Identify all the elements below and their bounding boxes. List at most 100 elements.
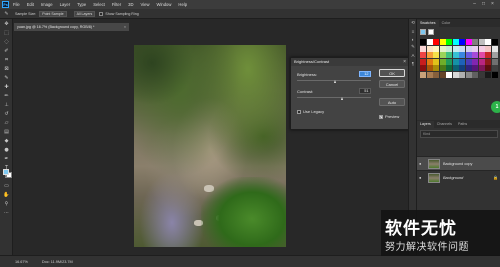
color-swatch[interactable] — [439, 45, 446, 52]
color-swatch[interactable] — [452, 39, 459, 45]
maximize-button[interactable]: □ — [479, 1, 488, 8]
document-image[interactable] — [134, 45, 286, 247]
clone-stamp-tool-icon[interactable]: ⊥ — [0, 100, 13, 109]
cancel-button[interactable]: Cancel — [379, 80, 405, 88]
visibility-eye-icon[interactable]: ● — [419, 161, 425, 166]
healing-brush-tool-icon[interactable]: ✚ — [0, 82, 13, 91]
checkbox-box[interactable] — [99, 11, 104, 16]
menu-filter[interactable]: Filter — [112, 2, 121, 7]
quick-select-tool-icon[interactable]: ✐ — [0, 46, 13, 55]
color-swatch[interactable] — [452, 58, 459, 65]
color-swatch[interactable] — [491, 39, 498, 45]
color-swatch[interactable] — [439, 58, 446, 65]
blur-tool-icon[interactable]: ◆ — [0, 136, 13, 145]
menu-view[interactable]: View — [141, 2, 150, 7]
color-swatch[interactable] — [439, 65, 446, 71]
brush-tool-icon[interactable]: ✏ — [0, 91, 13, 100]
use-legacy-checkbox[interactable]: Use Legacy — [297, 109, 324, 114]
close-document-icon[interactable]: × — [124, 25, 126, 29]
tab-swatches[interactable]: Swatches — [417, 20, 439, 27]
preview-checkbox[interactable]: ✓ Preview — [379, 114, 399, 119]
menu-edit[interactable]: Edit — [27, 2, 34, 7]
color-swatch[interactable] — [491, 65, 498, 71]
pen-tool-icon[interactable]: ✒ — [0, 154, 13, 163]
color-swatch[interactable] — [465, 58, 472, 65]
color-swatch[interactable] — [485, 52, 491, 58]
rectangle-tool-icon[interactable]: ▭ — [0, 181, 13, 190]
color-swatch[interactable] — [452, 65, 459, 71]
history-brush-tool-icon[interactable]: ↺ — [0, 109, 13, 118]
color-swatch[interactable] — [439, 52, 446, 58]
ok-button[interactable]: OK — [379, 69, 405, 77]
frame-tool-icon[interactable]: ⊠ — [0, 64, 13, 73]
brightness-slider-thumb[interactable] — [334, 80, 337, 83]
document-tab[interactable]: yuan.jpg @ 16.7% (Background copy, RGB/8… — [14, 23, 129, 31]
dialog-close-icon[interactable]: × — [403, 58, 406, 66]
color-swatch[interactable] — [472, 52, 478, 58]
tab-channels[interactable]: Channels — [434, 121, 455, 128]
tab-paths[interactable]: Paths — [455, 121, 470, 128]
hand-tool-icon[interactable]: ✋ — [0, 190, 13, 199]
move-tool-icon[interactable]: ✥ — [0, 19, 13, 28]
color-swatch[interactable] — [420, 45, 426, 52]
color-swatch[interactable] — [426, 39, 433, 45]
menu-image[interactable]: Image — [41, 2, 53, 7]
preview-box[interactable]: ✓ — [379, 114, 383, 119]
color-swatch[interactable] — [459, 71, 465, 78]
layer-row[interactable]: ● Background copy — [417, 156, 500, 170]
color-swatch[interactable] — [433, 52, 439, 58]
color-swatch[interactable] — [472, 58, 478, 65]
color-swatch[interactable] — [446, 45, 452, 52]
color-swatch[interactable] — [485, 58, 491, 65]
menu-type[interactable]: Type — [77, 2, 86, 7]
show-sampling-ring-checkbox[interactable]: Show Sampling Ring — [99, 11, 139, 16]
eraser-tool-icon[interactable]: ▱ — [0, 118, 13, 127]
layer-row[interactable]: ● Background 🔒 — [417, 170, 500, 184]
color-swatch[interactable] — [439, 39, 446, 45]
gradient-tool-icon[interactable]: ▤ — [0, 127, 13, 136]
color-swatch[interactable] — [446, 58, 452, 65]
color-swatch[interactable] — [459, 58, 465, 65]
minimize-button[interactable]: – — [470, 1, 479, 8]
color-swatch[interactable] — [433, 71, 439, 78]
color-swatch[interactable] — [491, 58, 498, 65]
color-swatch[interactable] — [426, 71, 433, 78]
color-swatch[interactable] — [491, 71, 498, 78]
color-swatch[interactable] — [420, 39, 426, 45]
color-swatch[interactable] — [478, 58, 485, 65]
lasso-tool-icon[interactable]: ◌ — [0, 37, 13, 46]
color-swatch[interactable] — [452, 71, 459, 78]
dodge-tool-icon[interactable]: ● — [0, 145, 13, 154]
current-color-swatch[interactable] — [420, 29, 426, 35]
color-swatch[interactable] — [420, 58, 426, 65]
color-swatch[interactable] — [426, 45, 433, 52]
color-swatch[interactable] — [446, 65, 452, 71]
color-swatch[interactable] — [433, 39, 439, 45]
color-swatch[interactable] — [420, 65, 426, 71]
color-swatch[interactable] — [420, 71, 426, 78]
color-swatch[interactable] — [459, 65, 465, 71]
color-swatch[interactable] — [491, 45, 498, 52]
sample-size-select[interactable]: Point Sample — [39, 10, 67, 17]
marquee-tool-icon[interactable]: ⬚ — [0, 28, 13, 37]
color-swatch[interactable] — [465, 71, 472, 78]
color-swatch[interactable] — [465, 65, 472, 71]
color-swatch[interactable] — [485, 45, 491, 52]
foreground-color-swatch[interactable] — [3, 169, 9, 175]
more-tools-icon[interactable]: ⋯ — [0, 208, 13, 217]
color-swatch[interactable] — [446, 52, 452, 58]
notification-bubble[interactable]: 1 — [491, 101, 500, 113]
color-swatch[interactable] — [426, 52, 433, 58]
visibility-eye-icon[interactable]: ● — [419, 175, 425, 180]
contrast-input[interactable]: 51 — [359, 88, 371, 94]
zoom-level[interactable]: 16.67% — [15, 260, 28, 264]
menu-3d[interactable]: 3D — [128, 2, 133, 7]
tab-color[interactable]: Color — [439, 20, 454, 27]
color-swatch[interactable] — [472, 45, 478, 52]
menu-help[interactable]: Help — [178, 2, 187, 7]
dialog-title-bar[interactable]: Brightness/Contrast × — [291, 58, 409, 66]
color-swatch[interactable] — [433, 58, 439, 65]
color-swatch[interactable] — [472, 65, 478, 71]
color-swatch[interactable] — [452, 45, 459, 52]
recent-color-swatch[interactable] — [428, 29, 434, 35]
